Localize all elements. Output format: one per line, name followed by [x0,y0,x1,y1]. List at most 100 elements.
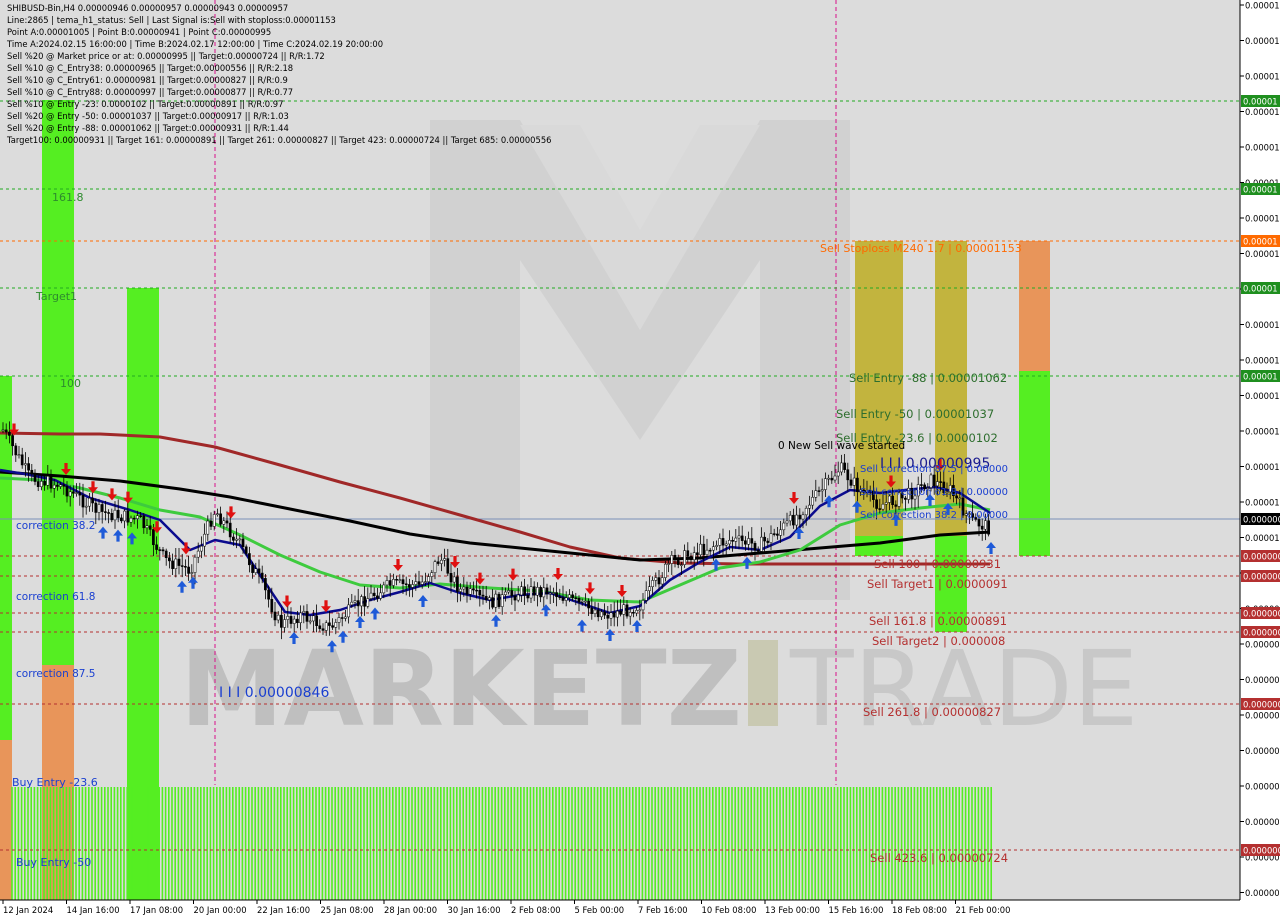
candle-body [760,536,763,552]
candle-body [424,581,427,583]
candle-body [184,566,187,568]
candle-body [766,540,770,543]
price-tick-label: 0.000010 [1245,533,1280,543]
candle-body [238,538,242,541]
candle-body [257,568,261,574]
price-tag-label: 0.000000 [1243,515,1280,525]
candle-body [196,550,200,558]
candle-body [651,580,654,587]
header-line: Sell %20 @ Market price or at: 0.0000099… [7,51,325,61]
price-tick-label: 0.000000 [1245,782,1280,792]
candle-body [318,625,322,629]
candle-body [136,515,139,519]
candle-body [702,543,706,556]
fib-label-100: 100 [60,377,81,390]
candle-body [692,552,696,561]
price-tag-label: 0.000000 [1243,700,1280,710]
candle-body [468,588,472,595]
candle-body [254,568,258,573]
left-column-orange-a [0,740,12,900]
candle-body [260,572,264,579]
correction-382-label: correction 38.2 [16,520,95,532]
candle-body [497,593,501,607]
candle-body [251,564,254,573]
candle-body [369,592,373,599]
candle-body [446,558,450,574]
sell-entry-88-label: Sell Entry -88 | 0.00001062 [849,371,1007,385]
candle-body [884,502,888,505]
candle-body [43,481,46,486]
candle-body [792,514,795,526]
candle-body [334,622,338,628]
candle-body [491,597,494,608]
candle-body [344,616,347,619]
candle-body [449,573,453,583]
fib-label-1618: 161.8 [52,191,84,204]
target1-label: Target1 [35,290,77,303]
header-line: SHIBUSD-Bin,H4 0.00000946 0.00000957 0.0… [7,3,289,13]
candle-body [206,520,210,535]
candle-body [241,538,245,548]
candle-body [811,497,814,506]
candle-body [568,594,571,598]
price-tick-label: 0.000000 [1245,640,1280,650]
price-axis [1240,0,1280,900]
candle-body [779,529,782,536]
candle-body [929,474,933,488]
price-tick-label: 0.00001 [1245,1,1280,11]
candle-body [830,477,834,481]
candle-body [734,537,738,542]
candle-body [532,586,536,596]
candle-body [350,601,354,606]
candle-body [52,484,56,489]
price-tag-label: 0.00001 [1243,97,1278,107]
candle-body [212,514,216,527]
candle-body [667,563,670,565]
header-line: Time A:2024.02.15 16:00:00 | Time B:2024… [7,39,384,49]
time-tick-label: 15 Feb 16:00 [829,905,884,915]
candle-body [920,484,923,486]
candle-body [696,552,699,556]
candle-body [104,511,107,513]
candle-body [132,517,136,520]
candle-body [49,476,53,489]
candle-body [484,596,488,601]
candle-body [174,558,178,569]
candle-body [440,559,443,564]
header-line: Point A:0.00001005 | Point B:0.00000941 … [7,27,272,37]
candle-body [798,514,802,520]
candle-body [932,474,936,487]
time-tick-label: 12 Jan 2024 [3,905,53,915]
candle-body [417,581,421,585]
candle-body [539,587,542,598]
price-tick-label: 0.00001 [1245,249,1280,259]
candle-body [632,612,635,614]
candle-body [654,577,658,581]
candle-body [708,549,712,552]
candle-body [235,538,238,541]
candle-body [436,561,440,564]
candle-body [500,594,504,607]
candle-body [244,546,248,554]
candle-body [40,481,43,487]
candle-body [740,535,744,541]
candle-body [542,587,546,598]
candle-body [801,514,805,520]
price-tag-label: 0.000000 [1243,572,1280,582]
candle-body [385,580,389,586]
candle-body [984,520,987,530]
candle-body [852,477,856,486]
candle-body [609,612,613,619]
candle-body [187,566,190,574]
candle-body [603,611,606,616]
candle-body [849,479,853,486]
candle-body [939,481,942,483]
candle-body [705,549,709,556]
candle-body [33,473,37,482]
candle-body [145,525,149,529]
time-tick-label: 7 Feb 16:00 [638,905,688,915]
header-line: Sell %20 @ Entry -50: 0.00001037 || Targ… [7,111,289,121]
candle-body [68,491,72,497]
candle-body [142,515,146,529]
candle-body [936,481,939,487]
